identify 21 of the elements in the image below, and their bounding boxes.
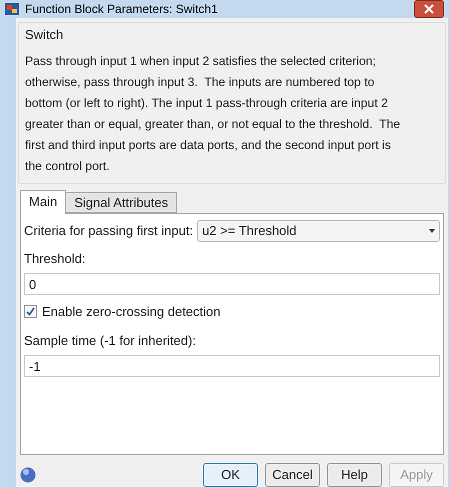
field-label: Sample time (-1 for inherited): (24, 332, 197, 350)
dialog-button[interactable]: Help (327, 462, 382, 486)
close-icon (424, 4, 434, 14)
group-title: Switch (25, 26, 64, 44)
close-button[interactable] (414, 0, 444, 18)
tab[interactable]: Signal Attributes (66, 192, 178, 212)
field-label: Criteria for passing first input: (24, 222, 194, 240)
help-icon[interactable] (20, 466, 36, 482)
checkbox-label: Enable zero-crossing detection (42, 303, 220, 321)
tab[interactable]: Main (20, 190, 66, 214)
criteria-dropdown[interactable]: u2 >= Threshold (197, 220, 440, 242)
app-icon (4, 1, 20, 17)
input-field[interactable]: 0 (24, 273, 440, 295)
input-field[interactable]: -1 (24, 355, 440, 377)
checkbox[interactable] (24, 305, 37, 318)
description-text: Pass through input 1 when input 2 satisfies the selected criterion; otherwise, pass through input 3. The inputs are numbered top to bottom (or left to right). The input 1 pass-through criteria are input 2 greater than or equal, greater than, or not equal to the threshold. The first and third input ports are data ports, and the second input port is the control port. (25, 52, 402, 174)
dropdown-caret-icon (429, 228, 435, 232)
dialog-button[interactable]: Cancel (265, 462, 320, 486)
dialog-button[interactable]: OK (203, 462, 258, 486)
field-label: Threshold: (24, 250, 86, 268)
window-title: Function Block Parameters: Switch1 (25, 1, 219, 18)
